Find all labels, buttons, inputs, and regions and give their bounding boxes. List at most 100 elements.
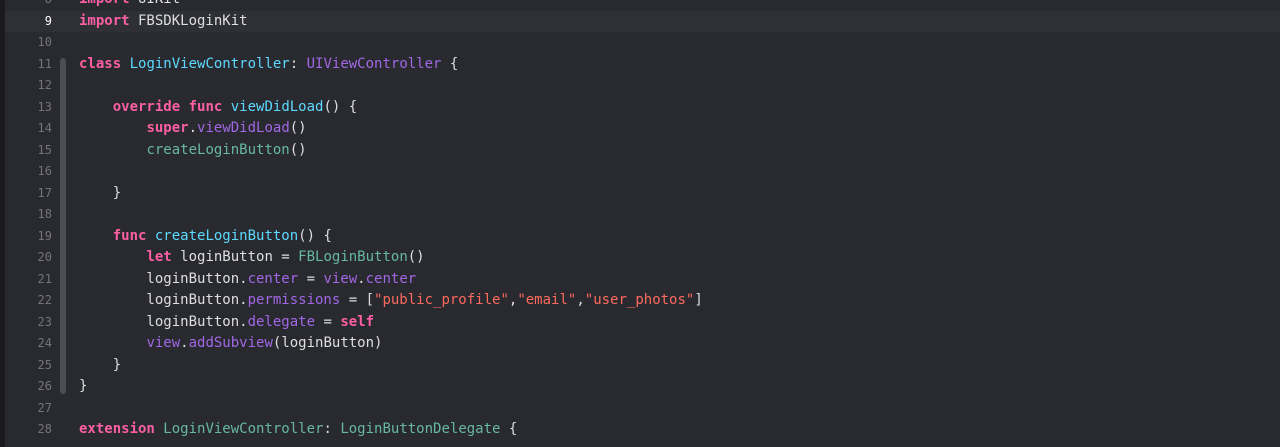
code-folding-ribbon[interactable]: [60, 57, 66, 75]
code-folding-ribbon[interactable]: [60, 354, 66, 372]
code-line[interactable]: 27: [0, 398, 1280, 420]
line-number[interactable]: 26: [0, 376, 52, 398]
code-folding-ribbon[interactable]: [60, 333, 66, 355]
code-token-plain: .: [357, 270, 366, 287]
line-number[interactable]: 15: [0, 140, 52, 162]
line-number[interactable]: 18: [0, 204, 52, 226]
code-line[interactable]: 22 loginButton.permissions = ["public_pr…: [0, 290, 1280, 312]
line-number[interactable]: 17: [0, 183, 52, 205]
code-line[interactable]: 24 view.addSubview(loginButton): [0, 333, 1280, 355]
line-number[interactable]: 8: [0, 0, 52, 11]
code-text[interactable]: import FBSDKLoginKit: [79, 11, 248, 33]
line-number[interactable]: 19: [0, 226, 52, 248]
code-text[interactable]: }: [79, 355, 121, 377]
line-number[interactable]: 16: [0, 161, 52, 183]
code-token-pr: viewDidLoad: [197, 120, 290, 136]
code-text[interactable]: }: [79, 376, 87, 398]
code-token-plain: .: [180, 335, 189, 351]
code-token-plain: (): [289, 141, 307, 158]
code-text[interactable]: loginButton.delegate = self: [79, 312, 374, 334]
code-line[interactable]: 18: [0, 204, 1280, 226]
code-text[interactable]: }: [79, 183, 121, 205]
code-token-fn: LoginViewController: [163, 421, 324, 437]
line-number[interactable]: 12: [0, 75, 52, 97]
code-token-plain: {: [500, 421, 518, 437]
code-line[interactable]: 21 loginButton.center = view.center: [0, 268, 1280, 291]
code-line[interactable]: 28 extension LoginViewController: LoginBu…: [0, 419, 1280, 441]
code-token-plain: FBSDKLoginKit: [129, 12, 248, 29]
code-text[interactable]: extension LoginViewController: LoginButt…: [79, 419, 517, 441]
line-number[interactable]: 11: [0, 54, 52, 76]
line-number[interactable]: 23: [0, 312, 52, 334]
code-token-plain: =: [315, 313, 341, 330]
code-folding-ribbon[interactable]: [60, 311, 66, 333]
code-token-plain: (): [407, 249, 425, 265]
code-line[interactable]: 14 super.viewDidLoad(): [0, 118, 1280, 140]
code-text[interactable]: loginButton.permissions = ["public_profi…: [79, 290, 703, 312]
code-text[interactable]: loginButton.center = view.center: [79, 269, 416, 291]
code-token-plain: }: [79, 184, 122, 201]
code-token-pr: center: [247, 270, 299, 287]
code-folding-ribbon[interactable]: [60, 100, 66, 118]
code-line[interactable]: 19 func createLoginButton() {: [0, 225, 1280, 248]
code-line[interactable]: 10: [0, 32, 1280, 54]
code-text[interactable]: let loginButton = FBLoginButton(): [79, 247, 425, 269]
code-text[interactable]: class LoginViewController: UIViewControl…: [79, 54, 458, 76]
code-line[interactable]: 8 import UIKit: [0, 0, 1280, 11]
line-number[interactable]: 13: [0, 97, 52, 119]
code-folding-ribbon[interactable]: [60, 118, 66, 140]
line-number[interactable]: 28: [0, 419, 52, 441]
code-token-plain: loginButton.: [79, 270, 248, 287]
code-editor[interactable]: 8 import UIKit 9 import FBSDKLoginKit 1011 cl…: [0, 0, 1280, 447]
code-line[interactable]: 17 }: [0, 182, 1280, 205]
line-number[interactable]: 14: [0, 118, 52, 140]
code-folding-ribbon[interactable]: [60, 290, 66, 312]
code-line[interactable]: 12: [0, 75, 1280, 97]
code-token-plain: (loginButton): [272, 335, 383, 351]
line-number[interactable]: 27: [0, 398, 52, 420]
code-folding-ribbon[interactable]: [60, 268, 66, 290]
line-number[interactable]: 24: [0, 333, 52, 355]
code-folding-ribbon[interactable]: [60, 161, 66, 183]
line-number[interactable]: 25: [0, 355, 52, 377]
line-number[interactable]: 21: [0, 269, 52, 291]
code-line[interactable]: 20 let loginButton = FBLoginButton(): [0, 247, 1280, 269]
line-number[interactable]: 10: [0, 32, 52, 54]
code-line[interactable]: 15 createLoginButton(): [0, 139, 1280, 162]
code-folding-ribbon[interactable]: [60, 182, 66, 200]
code-text[interactable]: view.addSubview(loginButton): [79, 333, 382, 355]
code-text[interactable]: func createLoginButton() {: [79, 226, 332, 248]
line-number[interactable]: 22: [0, 290, 52, 312]
code-token-pr: center: [365, 270, 417, 287]
code-line[interactable]: 13 override func viewDidLoad() {: [0, 96, 1280, 119]
code-folding-ribbon[interactable]: [60, 247, 66, 269]
code-token-plain: {: [441, 55, 459, 72]
code-token-plain: }: [79, 378, 88, 394]
code-folding-ribbon[interactable]: [60, 229, 66, 247]
code-line[interactable]: 23 loginButton.delegate = self: [0, 311, 1280, 334]
line-number[interactable]: 9: [0, 11, 52, 33]
code-line[interactable]: 11 class LoginViewController: UIViewContr…: [0, 54, 1280, 76]
code-folding-ribbon[interactable]: [60, 139, 66, 161]
code-token-plain: ]: [694, 292, 703, 308]
code-token-st: "public_profile": [374, 292, 509, 308]
code-text[interactable]: import UIKit: [79, 0, 180, 11]
code-text[interactable]: override func viewDidLoad() {: [79, 97, 357, 119]
code-token-plain: }: [79, 356, 122, 373]
code-line[interactable]: 16: [0, 161, 1280, 183]
line-number[interactable]: 20: [0, 247, 52, 269]
code-folding-ribbon[interactable]: [60, 376, 66, 394]
code-text[interactable]: super.viewDidLoad(): [79, 118, 306, 140]
code-folding-ribbon[interactable]: [60, 75, 66, 97]
code-line[interactable]: 26}: [0, 376, 1280, 398]
code-text[interactable]: createLoginButton(): [79, 140, 307, 162]
code-line[interactable]: 25 }: [0, 354, 1280, 377]
code-lines[interactable]: 8 import UIKit 9 import FBSDKLoginKit 1011 cl…: [0, 0, 1280, 441]
code-folding-ribbon[interactable]: [60, 204, 66, 226]
code-line[interactable]: 9 import FBSDKLoginKit: [0, 11, 1280, 33]
